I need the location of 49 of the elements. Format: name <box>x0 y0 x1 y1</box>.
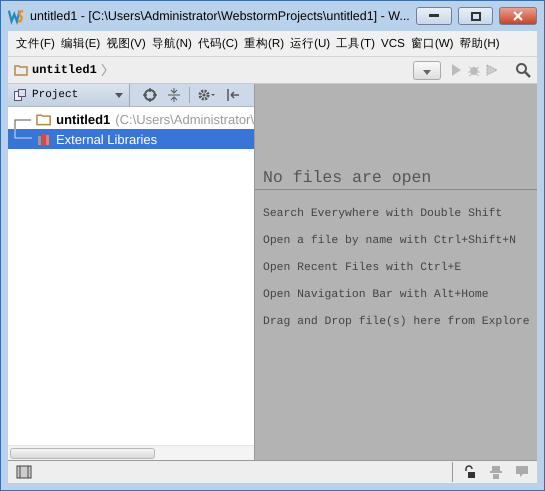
library-icon <box>37 132 51 146</box>
editor-hint: Open a file by name with Ctrl+Shift+N <box>262 235 517 249</box>
tree-line <box>14 129 32 139</box>
menu-item[interactable]: 视图(V) <box>106 36 146 51</box>
project-view-dropdown[interactable]: Project <box>8 84 130 106</box>
tool-window-icon[interactable] <box>16 465 32 479</box>
menu-item[interactable]: 文件(F) <box>16 36 55 51</box>
editor-hint: Search Everywhere with Double Shift <box>262 208 504 222</box>
search-icon[interactable] <box>515 62 531 78</box>
close-button[interactable] <box>499 7 537 25</box>
folder-icon <box>36 112 52 126</box>
project-path: (C:\Users\Administrator\ <box>115 112 254 126</box>
editor-hint: Open Navigation Bar with Alt+Home <box>262 289 490 303</box>
scrollbar-thumb[interactable] <box>10 448 155 458</box>
breadcrumb-item[interactable]: untitled1 <box>32 63 97 77</box>
minimize-icon <box>428 14 439 18</box>
collapse-icon[interactable] <box>167 88 181 102</box>
maximize-button[interactable] <box>458 7 494 25</box>
menu-item[interactable]: VCS <box>381 37 405 50</box>
menu-item[interactable]: 运行(U) <box>290 36 330 51</box>
maximize-icon <box>470 12 480 20</box>
gear-icon[interactable] <box>198 88 216 102</box>
tree-line <box>14 119 31 129</box>
editor-hint: Open Recent Files with Ctrl+E <box>262 262 462 276</box>
empty-editor-title: No files are open <box>255 168 537 190</box>
lock-icon[interactable] <box>463 465 477 479</box>
locate-icon[interactable] <box>143 88 157 102</box>
windows-icon <box>14 89 26 101</box>
close-icon <box>513 11 524 21</box>
caret-icon <box>115 92 123 98</box>
chevron-icon <box>100 63 107 77</box>
run-configuration-dropdown[interactable] <box>413 60 441 80</box>
menu-item[interactable]: 工具(T) <box>336 36 375 51</box>
tree-item-label: External Libraries <box>56 132 158 146</box>
window-title: untitled1 - [C:\Users\Administrator\WebstormProjects\untitled1] - W... <box>30 9 410 23</box>
caret-icon <box>423 70 431 74</box>
menu-item[interactable]: 窗口(W) <box>410 36 454 51</box>
folder-icon <box>14 63 28 77</box>
tree-item[interactable]: untitled1 (C:\Users\Administrator\ <box>8 109 254 129</box>
menu-item[interactable]: 代码(C) <box>198 36 238 51</box>
editor-hint: Drag and Drop file(s) here from Explore <box>262 316 531 330</box>
menu-item[interactable]: 导航(N) <box>152 36 192 51</box>
menu-item[interactable]: 重构(R) <box>244 36 284 51</box>
tree-item-label: untitled1 <box>56 112 110 126</box>
hide-panel-icon[interactable] <box>226 88 240 102</box>
tree-item[interactable]: External Libraries <box>8 129 254 149</box>
menu-item[interactable]: 帮助(H) <box>460 36 500 51</box>
menu-item[interactable]: 编辑(E) <box>60 36 100 51</box>
minimize-button[interactable] <box>416 7 452 25</box>
